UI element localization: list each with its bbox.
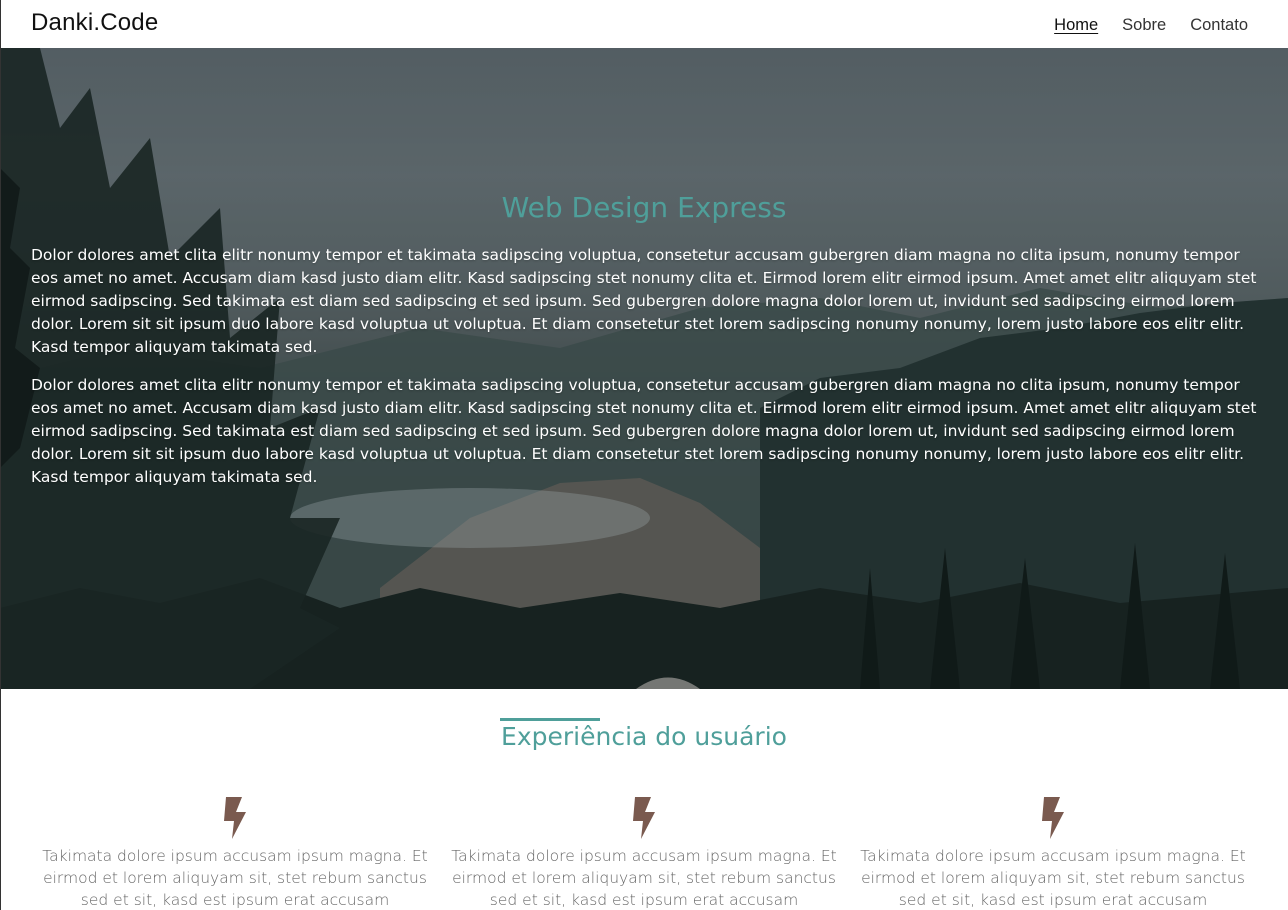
experience-section: Experiência do usuário Takimata dolore i… [0, 689, 1288, 910]
nav-link-sobre[interactable]: Sobre [1122, 16, 1166, 35]
site-logo[interactable]: Danki.Code [31, 9, 158, 37]
feature-item-2: Takimata dolore ipsum accusam ipsum magn… [449, 797, 839, 910]
hero-title: Web Design Express [501, 191, 787, 224]
feature-text: Takimata dolore ipsum accusam ipsum magn… [451, 847, 837, 909]
site-header: Danki.Code Home Sobre Contato [0, 0, 1288, 48]
feature-text: Takimata dolore ipsum accusam ipsum magn… [42, 847, 428, 909]
main-nav: Home Sobre Contato [1054, 16, 1248, 35]
section-title: Experiência do usuário [501, 722, 787, 751]
section-title-accent-line [500, 718, 600, 721]
hero-paragraph-1: Dolor dolores amet clita elitr nonumy te… [31, 246, 1257, 356]
nav-link-contato[interactable]: Contato [1190, 16, 1248, 35]
lightning-bolt-icon [633, 797, 655, 839]
hero-content: Web Design Express Dolor dolores amet cl… [0, 48, 1288, 689]
feature-item-1: Takimata dolore ipsum accusam ipsum magn… [40, 797, 430, 910]
feature-item-3: Takimata dolore ipsum accusam ipsum magn… [858, 797, 1248, 910]
lightning-bolt-icon [1042, 797, 1064, 839]
lightning-bolt-icon [224, 797, 246, 839]
hero-paragraph-2: Dolor dolores amet clita elitr nonumy te… [31, 376, 1257, 486]
feature-text: Takimata dolore ipsum accusam ipsum magn… [860, 847, 1246, 909]
page-left-border [0, 0, 1, 910]
hero-banner: Web Design Express Dolor dolores amet cl… [0, 48, 1288, 689]
nav-link-home[interactable]: Home [1054, 16, 1098, 35]
